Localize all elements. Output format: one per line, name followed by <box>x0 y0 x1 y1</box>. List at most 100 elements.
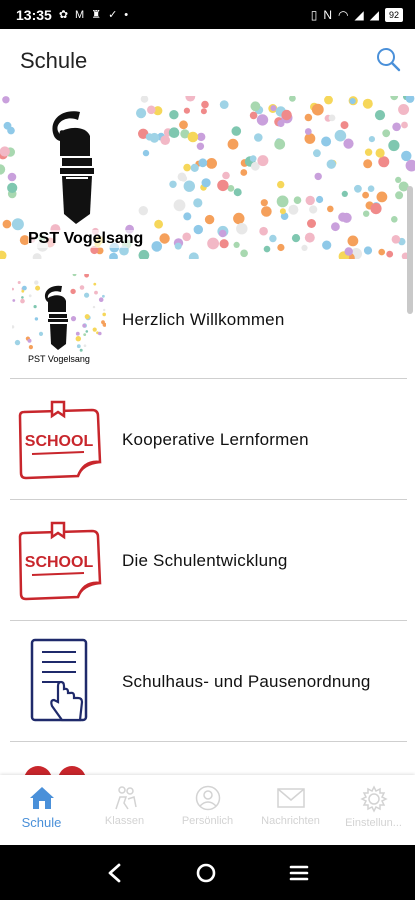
confetti-dot <box>33 305 37 309</box>
home-icon <box>29 787 54 809</box>
confetti-dot <box>260 199 268 207</box>
confetti-dot <box>188 252 199 259</box>
confetti-dot <box>151 241 163 252</box>
confetti-dot <box>22 285 27 291</box>
list-item-label: Schulhaus- und Pausenordnung <box>122 671 371 691</box>
battery-indicator: 92 <box>384 7 403 22</box>
school-note-icon: SCHOOL <box>18 521 102 601</box>
confetti-dot <box>154 219 164 229</box>
confetti-dot <box>27 338 32 343</box>
gear-icon <box>359 785 388 813</box>
confetti-dot <box>341 190 348 197</box>
svg-text:SCHOOL: SCHOOL <box>25 554 94 571</box>
confetti-dot <box>277 180 285 189</box>
confetti-dot <box>79 285 85 290</box>
confetti-dot <box>341 212 352 223</box>
confetti-dot <box>102 294 105 298</box>
confetti-dot <box>304 113 313 122</box>
confetti-dot <box>2 96 10 104</box>
status-time: 13:35 <box>16 6 52 23</box>
confetti-dot <box>364 148 373 156</box>
document-tap-icon <box>30 638 88 722</box>
confetti-dot <box>378 248 386 256</box>
system-navigation-bar <box>0 845 415 900</box>
vibrate-icon: ▯ <box>310 7 318 22</box>
confetti-dot <box>362 191 369 199</box>
confetti-dot <box>85 330 89 333</box>
confetti-dot <box>160 135 170 145</box>
confetti-dot <box>138 249 150 259</box>
confetti-dot <box>233 241 240 248</box>
confetti-dot <box>0 250 7 259</box>
confetti-dot <box>326 159 336 169</box>
list-item-die-schulentwicklung[interactable]: SCHOOL Die Schulentwicklung <box>0 500 415 621</box>
recents-icon[interactable] <box>288 863 310 883</box>
confetti-dot <box>313 149 321 158</box>
list-item-herzlich-willkommen[interactable]: PST Vogelsang Herzlich Willkommen <box>0 259 415 379</box>
confetti-dot <box>363 246 373 255</box>
bottom-navigation: Schule Klassen Persönlich Nachrichten Ei… <box>0 775 415 845</box>
confetti-dot <box>7 172 17 182</box>
confetti-dot <box>140 96 149 103</box>
confetti-dot <box>391 235 401 244</box>
confetti-dot <box>200 108 207 115</box>
home-button-icon[interactable] <box>194 861 218 885</box>
school-logo-thumbnail: PST Vogelsang <box>12 274 106 364</box>
confetti-dot <box>72 274 77 277</box>
back-icon[interactable] <box>105 862 125 884</box>
confetti-dot <box>304 133 316 144</box>
search-icon[interactable] <box>375 46 401 77</box>
gmail-icon: M <box>75 8 85 21</box>
confetti-dot <box>98 331 102 336</box>
confetti-dot <box>92 327 97 332</box>
confetti-dot <box>370 203 382 215</box>
confetti-dot <box>236 223 248 235</box>
confetti-dot <box>334 129 347 142</box>
confetti-dot <box>240 249 248 258</box>
confetti-dot <box>349 98 356 105</box>
confetti-dot <box>291 234 301 243</box>
nav-tab-persoenlich[interactable]: Persönlich <box>166 775 249 845</box>
confetti-dot <box>198 158 208 168</box>
confetti-dot <box>392 122 401 132</box>
confetti-dot <box>83 344 87 347</box>
confetti-dot <box>207 237 220 250</box>
confetti-dot <box>269 234 277 243</box>
school-banner: PST Vogelsang <box>0 96 415 259</box>
confetti-dot <box>343 138 354 149</box>
nav-tab-klassen[interactable]: Klassen <box>83 775 166 845</box>
confetti-dot <box>401 121 408 129</box>
school-note-icon: SCHOOL <box>18 400 102 480</box>
confetti-dot <box>159 233 170 244</box>
confetti-dot <box>309 205 318 214</box>
signal-icon: ◢ <box>369 7 379 22</box>
confetti-dot <box>233 188 242 197</box>
confetti-dot <box>233 212 245 225</box>
confetti-dot <box>304 232 315 243</box>
nav-tab-einstellungen[interactable]: Einstellun... <box>332 775 415 845</box>
nav-tab-schule[interactable]: Schule <box>0 775 83 845</box>
confetti-dot <box>14 339 21 346</box>
confetti-dot <box>93 282 97 286</box>
confetti-dot <box>376 191 388 203</box>
confetti-dot <box>83 333 87 336</box>
confetti-dot <box>324 96 333 105</box>
confetti-dot <box>375 148 385 158</box>
confetti-dot <box>276 195 289 208</box>
confetti-dot <box>388 139 400 152</box>
confetti-dot <box>11 218 24 231</box>
nav-tab-nachrichten[interactable]: Nachrichten <box>249 775 332 845</box>
confetti-dot <box>82 323 87 328</box>
list-item-schulhaus-und-pausenordnung[interactable]: Schulhaus- und Pausenordnung <box>0 621 415 742</box>
confetti-dot <box>401 150 412 162</box>
confetti-dot <box>196 142 205 150</box>
confetti-dot <box>169 180 177 188</box>
confetti-dot <box>183 180 195 192</box>
confetti-dot <box>398 104 410 115</box>
list-item-kooperative-lernformen[interactable]: SCHOOL Kooperative Lernformen <box>0 379 415 500</box>
confetti-dot <box>98 297 104 302</box>
nav-label: Nachrichten <box>261 815 320 827</box>
confetti-dot <box>405 159 415 172</box>
confetti-dot <box>193 198 203 208</box>
confetti-dot <box>321 136 332 147</box>
